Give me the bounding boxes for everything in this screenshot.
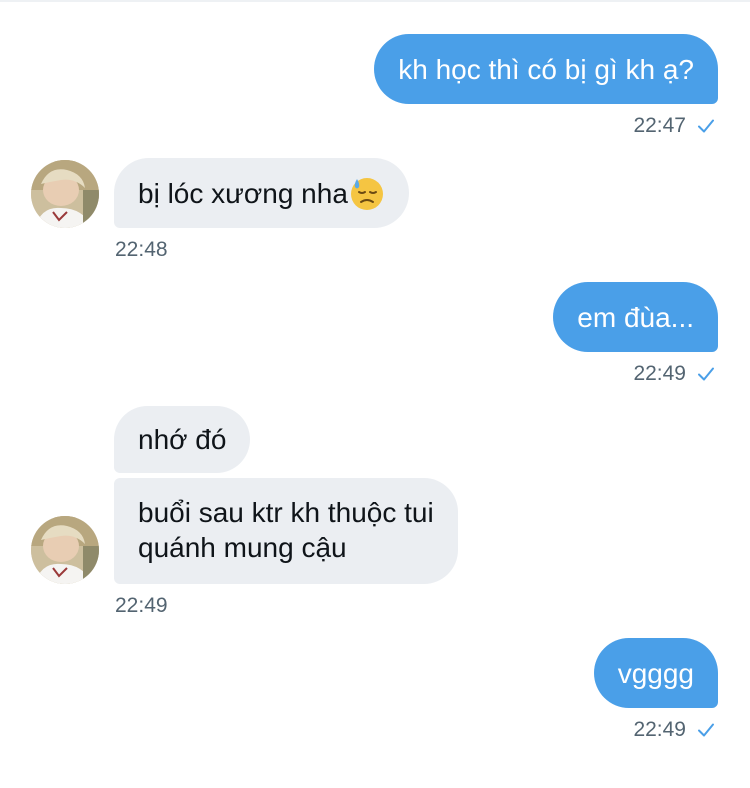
message-meta: 22:48 bbox=[115, 238, 168, 262]
outgoing-message-bubble[interactable]: kh học thì có bị gì kh ạ? bbox=[374, 34, 718, 104]
message-text: vgggg bbox=[617, 657, 694, 689]
outgoing-message-bubble[interactable]: vgggg bbox=[593, 638, 718, 708]
message-timestamp: 22:47 bbox=[633, 114, 686, 137]
avatar-photo bbox=[31, 160, 99, 228]
message-text: kh học thì có bị gì kh ạ? bbox=[398, 53, 694, 85]
message-text: em đùa... bbox=[577, 301, 694, 333]
message-text: nhớ đó bbox=[138, 424, 227, 455]
message-timestamp: 22:49 bbox=[115, 594, 168, 617]
avatar-photo bbox=[31, 516, 99, 584]
outgoing-message-bubble[interactable]: em đùa... bbox=[553, 282, 718, 352]
message-meta: 22:49 bbox=[633, 718, 716, 742]
avatar[interactable] bbox=[31, 516, 99, 584]
message-meta: 22:49 bbox=[115, 594, 168, 618]
top-divider bbox=[0, 0, 750, 2]
downcast-face-with-sweat-icon bbox=[350, 178, 383, 210]
message-text-line: buổi sau ktr kh thuộc tui bbox=[138, 497, 434, 528]
message-text: bị lóc xương nha bbox=[138, 177, 348, 209]
message-timestamp: 22:49 bbox=[633, 718, 686, 741]
message-meta: 22:49 bbox=[633, 362, 716, 386]
incoming-message-bubble[interactable]: nhớ đó bbox=[114, 406, 251, 473]
message-text-line: quánh mung cậu bbox=[138, 532, 347, 563]
message-meta: 22:47 bbox=[633, 114, 716, 138]
incoming-message-bubble[interactable]: buổi sau ktr kh thuộc tui quánh mung cậu bbox=[114, 478, 458, 584]
avatar[interactable] bbox=[31, 160, 99, 228]
incoming-message-bubble[interactable]: bị lóc xương nha bbox=[114, 158, 409, 228]
message-timestamp: 22:48 bbox=[115, 238, 168, 261]
message-timestamp: 22:49 bbox=[633, 362, 686, 385]
read-check-icon bbox=[698, 723, 714, 737]
read-check-icon bbox=[698, 367, 714, 381]
read-check-icon bbox=[698, 119, 714, 133]
